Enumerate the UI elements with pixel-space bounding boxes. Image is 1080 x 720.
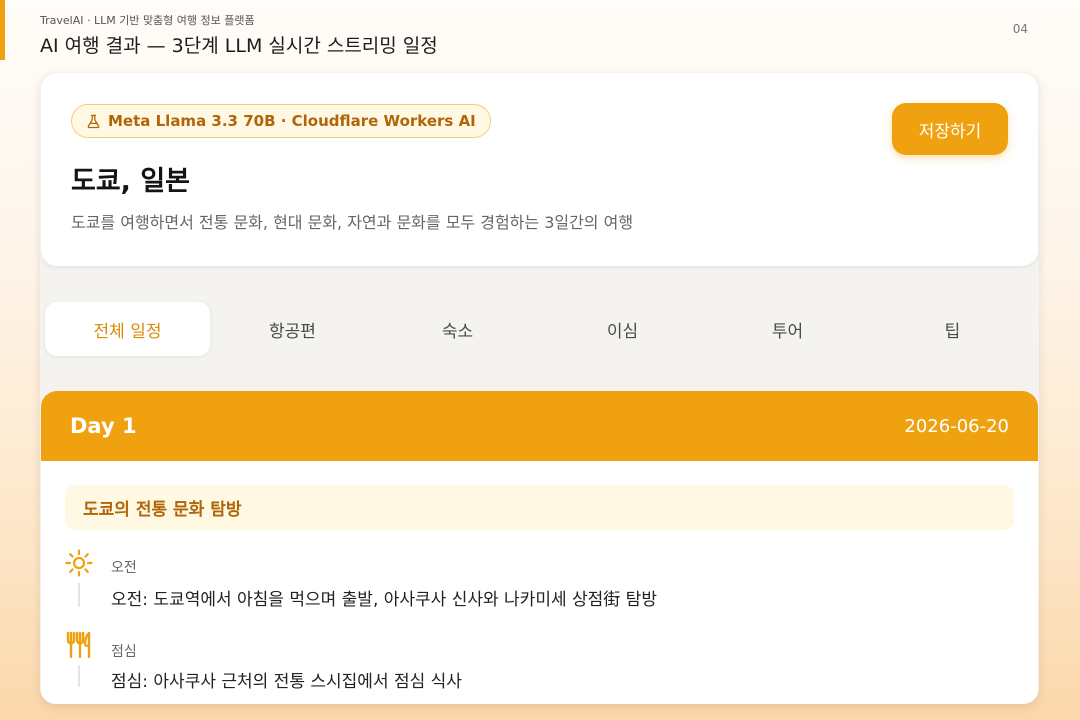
- timeline-detail: 오전: 도쿄역에서 아침을 먹으며 출발, 아사쿠사 신사와 나카미세 상점街 …: [111, 590, 657, 610]
- page-number: 04: [1012, 22, 1028, 36]
- day-label: Day 1: [70, 414, 137, 438]
- slide-title: AI 여행 결과 — 3단계 LLM 실시간 스트리밍 일정: [40, 35, 438, 57]
- timeline-period: 점심: [111, 644, 137, 660]
- day-card: Day 1 2026-06-20 도쿄의 전통 문화 탐방 오전 오전: 도쿄역…: [41, 391, 1038, 704]
- tab-tips[interactable]: 팁: [870, 302, 1035, 356]
- destination-title: 도쿄, 일본: [71, 166, 191, 197]
- model-badge: Meta Llama 3.3 70B · Cloudflare Workers …: [71, 104, 491, 138]
- trip-description: 도쿄를 여행하면서 전통 문화, 현대 문화, 자연과 문화를 모두 경험하는 …: [71, 213, 634, 232]
- tab-accommodation[interactable]: 숙소: [375, 302, 540, 356]
- tab-esim[interactable]: 이심: [540, 302, 705, 356]
- tab-tours[interactable]: 투어: [705, 302, 870, 356]
- day-theme: 도쿄의 전통 문화 탐방: [65, 485, 1014, 530]
- day-date: 2026-06-20: [904, 415, 1009, 437]
- fork-knife-icon: [66, 631, 91, 659]
- slide-accent-bar: [0, 0, 5, 60]
- sun-icon: [65, 549, 93, 577]
- result-tabs: 전체 일정 항공편 숙소 이심 투어 팁: [45, 302, 1035, 356]
- result-header-card: Meta Llama 3.3 70B · Cloudflare Workers …: [41, 73, 1038, 266]
- platform-caption: TravelAI · LLM 기반 맞춤형 여행 정보 플랫폼: [40, 14, 255, 27]
- timeline-connector: [78, 665, 80, 687]
- model-badge-label: Meta Llama 3.3 70B · Cloudflare Workers …: [108, 112, 476, 130]
- tab-flights[interactable]: 항공편: [210, 302, 375, 356]
- flask-icon: [87, 114, 100, 128]
- timeline-connector: [78, 583, 80, 607]
- timeline-detail: 점심: 아사쿠사 근처의 전통 스시집에서 점심 식사: [111, 672, 462, 692]
- timeline-period: 오전: [111, 560, 137, 576]
- tab-full-itinerary[interactable]: 전체 일정: [45, 302, 210, 356]
- travel-result-panel: Meta Llama 3.3 70B · Cloudflare Workers …: [40, 72, 1039, 704]
- save-button[interactable]: 저장하기: [892, 103, 1008, 155]
- day-header: Day 1 2026-06-20: [41, 391, 1038, 461]
